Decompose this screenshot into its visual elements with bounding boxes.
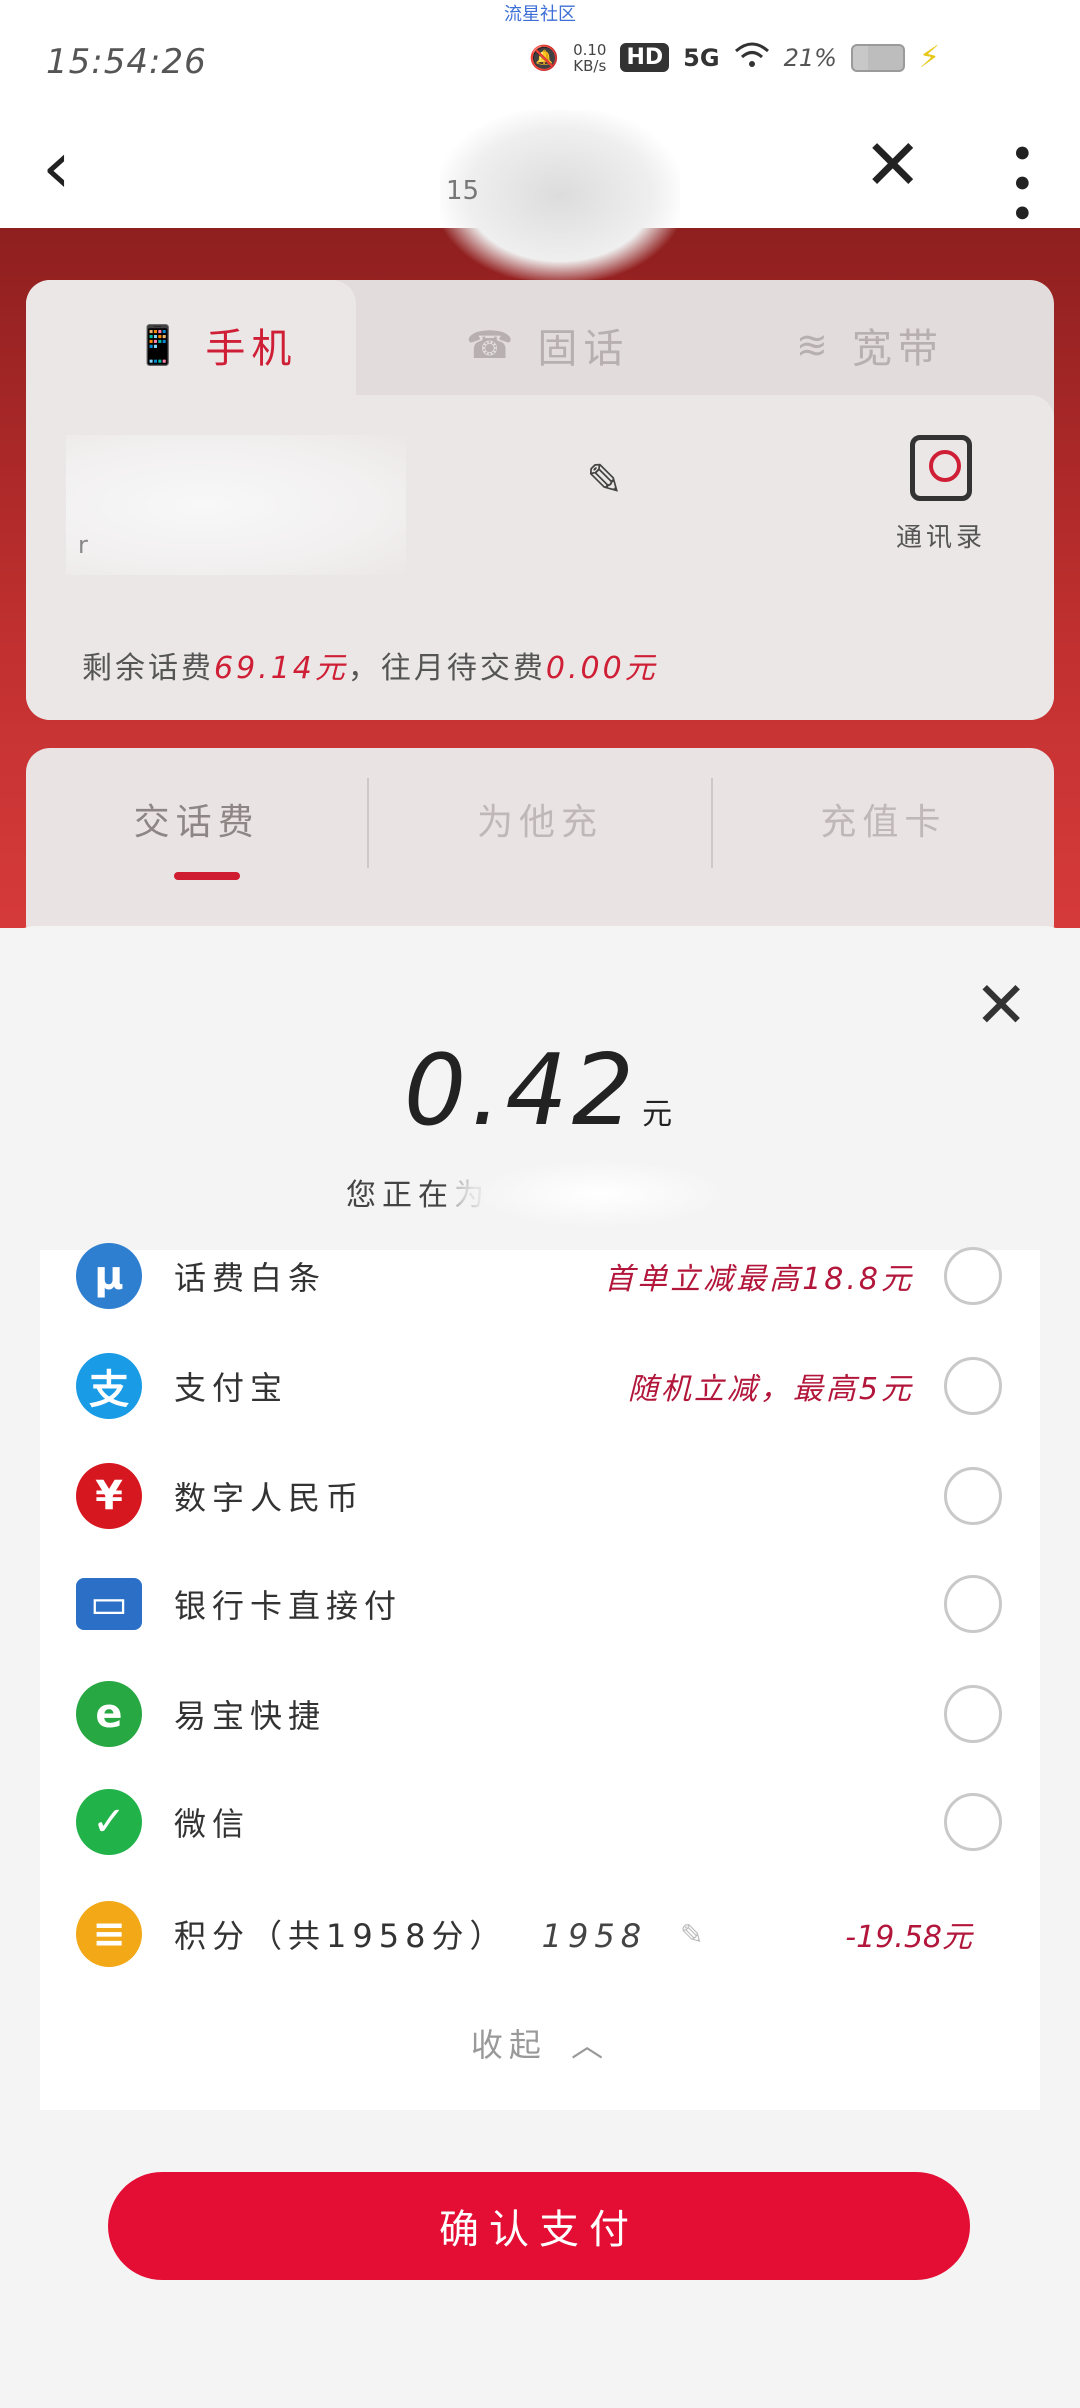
points-text: 积分（共1958分）	[174, 1917, 508, 1955]
active-tab-indicator	[174, 872, 240, 880]
payment-method-label: 数字人民币	[174, 1479, 365, 1517]
wifi-icon	[734, 41, 770, 75]
points-label: 积分（共1958分） 1958	[174, 1911, 647, 1957]
network-speed-unit: KB/s	[573, 56, 607, 75]
payment-method-alipay[interactable]: 支 支付宝 随机立减，最高5元	[40, 1336, 1040, 1436]
battery-icon	[850, 43, 905, 72]
balance-prefix: 剩余话费	[82, 651, 214, 686]
broadband-icon: ≋	[796, 323, 834, 367]
owed-amount: 0.00元	[545, 651, 658, 686]
bank-card-icon: ▭	[76, 1578, 142, 1630]
yeepay-icon: e	[76, 1681, 142, 1747]
close-sheet-button[interactable]: ✕	[974, 974, 1028, 1038]
points-input[interactable]: 1958	[542, 1917, 647, 1955]
wechat-icon: ✓	[76, 1789, 142, 1855]
collapse-label: 收起	[470, 2026, 547, 2064]
contacts-label: 通讯录	[895, 523, 986, 553]
tab-mobile-label: 手机	[205, 326, 298, 372]
status-icons: 🔕 0.10 KB/s HD 5G 21% ⚡	[529, 40, 940, 75]
tab-broadband[interactable]: ≋ 宽带	[796, 316, 944, 374]
mu-icon: μ	[76, 1243, 142, 1309]
payment-promo: 随机立减，最高5元	[627, 1372, 914, 1407]
status-time: 15:54:26	[46, 42, 207, 82]
payment-amount-unit: 元	[642, 1097, 677, 1132]
telephone-icon: ☎	[466, 323, 520, 367]
phone-number-redacted[interactable]: r	[66, 435, 406, 575]
hd-icon: HD	[620, 43, 670, 72]
payment-radio[interactable]	[944, 1467, 1002, 1525]
payment-method-wechat[interactable]: ✓ 微信	[40, 1772, 1040, 1872]
payment-method-bank-card[interactable]: ▭ 银行卡直接付	[40, 1554, 1040, 1654]
payment-method-digital-rmb[interactable]: ¥ 数字人民币	[40, 1446, 1040, 1546]
payment-radio[interactable]	[944, 1793, 1002, 1851]
more-options-button[interactable]: •••	[995, 140, 1046, 230]
payment-method-label: 银行卡直接付	[174, 1587, 403, 1625]
contacts-icon	[910, 435, 972, 501]
payment-method-yeepay[interactable]: e 易宝快捷	[40, 1664, 1040, 1764]
payment-method-label: 支付宝	[174, 1369, 289, 1407]
payment-method-list: μ 话费白条 首单立减最高18.8元 支 支付宝 随机立减，最高5元 ¥ 数字人…	[40, 1243, 1040, 2110]
page-title-redacted: 15	[440, 110, 680, 280]
payment-method-label: 微信	[174, 1805, 251, 1843]
balance-text: 剩余话费69.14元，往月待交费0.00元	[82, 643, 658, 687]
payment-radio[interactable]	[944, 1357, 1002, 1415]
network-speed: 0.10 KB/s	[573, 42, 606, 74]
close-page-button[interactable]: ✕	[863, 130, 922, 200]
edit-points-icon[interactable]: ✎	[680, 1918, 703, 1951]
points-row: ≡ 积分（共1958分） 1958 ✎ -19.58元	[40, 1884, 1040, 1984]
account-panel: r ✎ 通讯录 剩余话费69.14元，往月待交费0.00元	[26, 395, 1054, 720]
alipay-icon: 支	[76, 1353, 142, 1419]
back-button[interactable]: ‹	[42, 131, 71, 203]
payment-sheet: ✕ 0.42 元 您正在为 μ 话费白条 首单立减最高18.8元 支 支付宝 随机…	[0, 926, 1080, 2408]
page-title-fragment: 15	[446, 176, 480, 206]
tab-broadband-label: 宽带	[851, 326, 944, 372]
recharge-tabs: 交话费 为他充 充值卡	[26, 778, 1054, 868]
status-bar: 流星社区 15:54:26 🔕 0.10 KB/s HD 5G 21% ⚡	[0, 0, 1080, 110]
balance-mid: ，往月待交费	[347, 651, 546, 686]
payment-method-label: 话费白条	[174, 1259, 327, 1297]
payment-radio[interactable]	[944, 1247, 1002, 1305]
payment-radio[interactable]	[944, 1575, 1002, 1633]
mute-bell-icon: 🔕	[529, 43, 560, 72]
tab-landline-label: 固话	[537, 326, 630, 372]
digital-rmb-icon: ¥	[76, 1463, 142, 1529]
points-deduction: -19.58元	[845, 1920, 972, 1955]
payment-promo: 首单立减最高18.8元	[604, 1262, 914, 1297]
tab-mobile[interactable]: 📱 手机	[134, 316, 297, 374]
chevron-up-icon: ︿	[571, 2026, 610, 2064]
charging-icon: ⚡	[918, 40, 940, 75]
network-type: 5G	[683, 43, 720, 72]
payment-method-baitiao[interactable]: μ 话费白条 首单立减最高18.8元	[40, 1226, 1040, 1326]
recharge-card: 交话费 为他充 充值卡	[26, 748, 1054, 948]
tab-pay-bill[interactable]: 交话费	[26, 778, 370, 868]
tab-recharge-card[interactable]: 充值卡	[713, 778, 1054, 868]
battery-percent: 21%	[783, 43, 837, 72]
phone-number-fragment: r	[78, 531, 88, 559]
tab-pay-for-others[interactable]: 为他充	[369, 778, 713, 868]
edit-icon[interactable]: ✎	[586, 455, 623, 506]
account-card: 📱 手机 ☎ 固话 ≋ 宽带 r ✎ 通讯录 剩余话费69.14元，往月待交费0…	[26, 280, 1054, 720]
paying-for-redacted	[450, 1154, 750, 1234]
confirm-payment-button[interactable]: 确认支付	[108, 2172, 970, 2280]
contacts-button[interactable]: 通讯录	[866, 435, 1016, 554]
collapse-button[interactable]: 收起 ︿	[40, 2020, 1040, 2066]
payment-method-label: 易宝快捷	[174, 1697, 327, 1735]
payment-amount: 0.42 元	[0, 1034, 1080, 1148]
payment-amount-value: 0.42	[403, 1034, 639, 1148]
coins-icon: ≡	[76, 1901, 142, 1967]
top-navigation: ‹ 15 ✕ •••	[0, 110, 1080, 280]
tab-landline[interactable]: ☎ 固话	[466, 316, 629, 374]
balance-amount: 69.14元	[214, 651, 348, 686]
status-top-label: 流星社区	[504, 4, 576, 25]
payment-radio[interactable]	[944, 1685, 1002, 1743]
mobile-phone-icon: 📱	[134, 322, 188, 367]
